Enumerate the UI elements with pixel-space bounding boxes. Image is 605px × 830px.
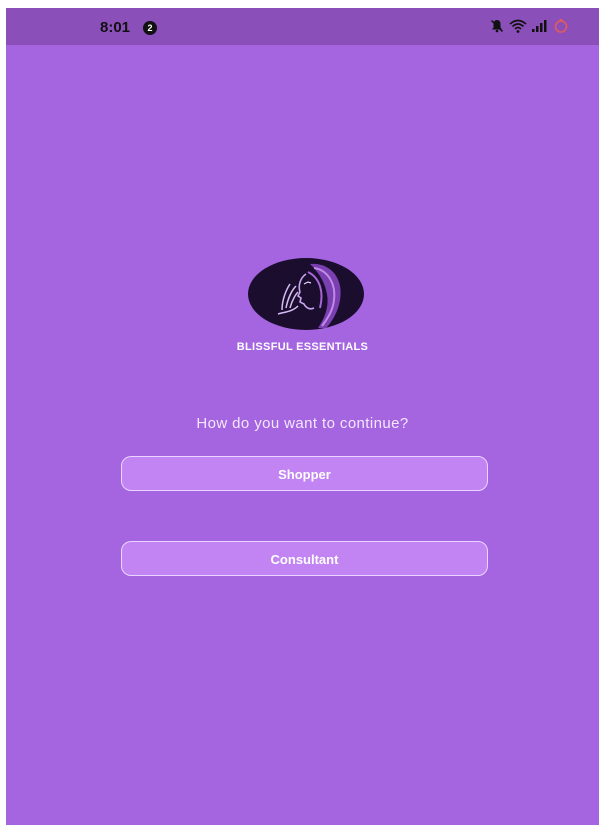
app-screen: 8:01 2 BLISSFUL ESSENTIALS How do you wa… <box>6 8 599 825</box>
signal-icon <box>531 18 549 39</box>
status-time: 8:01 <box>100 19 131 36</box>
status-bar: 8:01 2 <box>6 8 599 45</box>
continue-prompt: How do you want to continue? <box>196 415 409 432</box>
brand-logo <box>248 258 364 330</box>
bell-muted-icon <box>489 18 505 39</box>
shopper-button[interactable]: Shopper <box>121 456 488 491</box>
wifi-icon <box>509 18 527 39</box>
consultant-button[interactable]: Consultant <box>121 541 488 576</box>
battery-icon <box>553 18 569 39</box>
brand-name: BLISSFUL ESSENTIALS <box>236 341 369 353</box>
status-icons <box>489 18 569 39</box>
notification-badge: 2 <box>143 21 157 35</box>
